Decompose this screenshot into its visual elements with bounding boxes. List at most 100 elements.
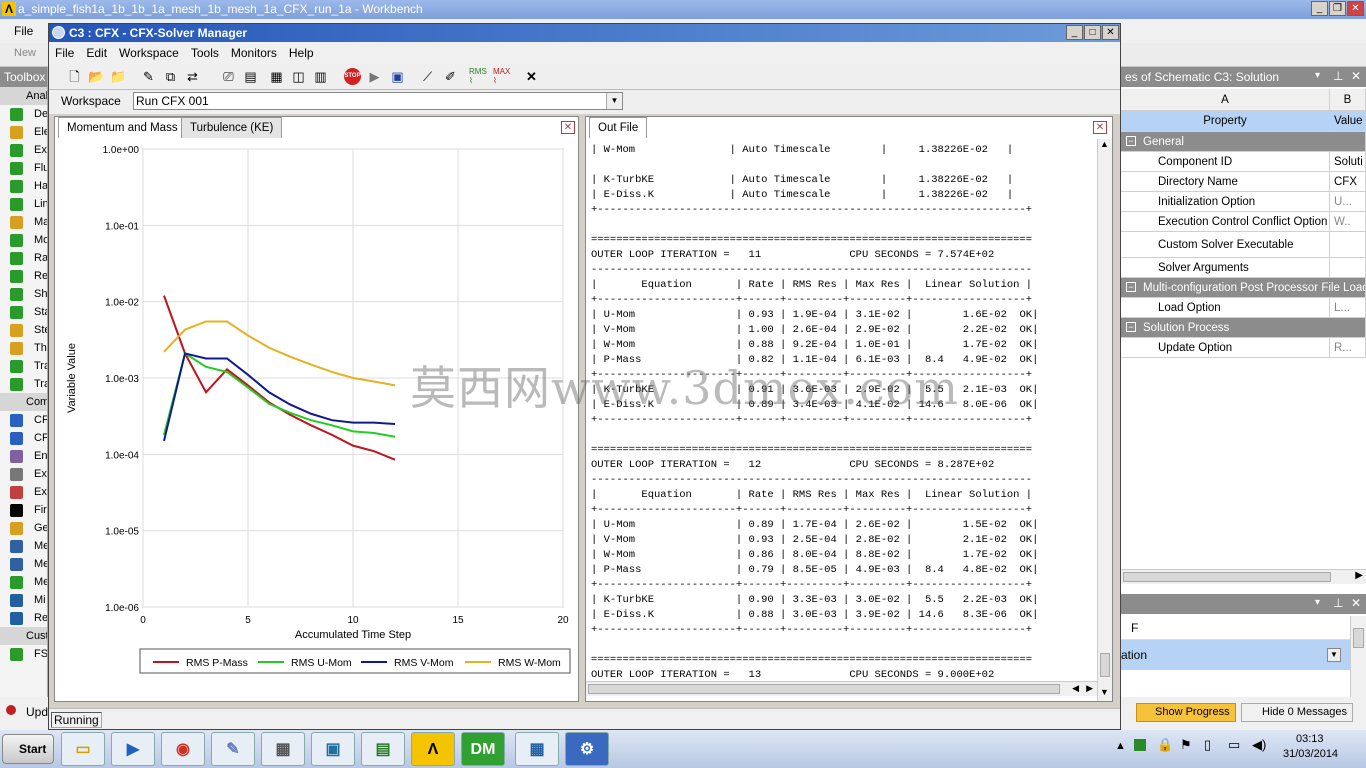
workspace-icon[interactable]: ▤ — [241, 67, 260, 86]
property-value[interactable]: Soluti — [1330, 152, 1366, 172]
messages-close-icon[interactable]: ✕ — [1351, 596, 1361, 610]
toolbox-group[interactable]: Custom — [0, 627, 47, 645]
save-icon[interactable]: ▣ — [388, 67, 407, 86]
collapse-icon[interactable]: − — [1126, 136, 1136, 146]
arrange-icon[interactable]: ⇄ — [183, 67, 202, 86]
explorer-icon[interactable]: ▭ — [61, 732, 105, 766]
toolbox-item[interactable]: FS — [0, 645, 47, 663]
property-group[interactable]: Solution Process — [1121, 318, 1366, 338]
close-x-icon[interactable]: ✕ — [522, 67, 541, 86]
toolbox-item[interactable]: Tra — [0, 375, 47, 393]
layout-icon[interactable]: ▦ — [267, 67, 286, 86]
property-value[interactable]: L... — [1330, 298, 1366, 318]
messages-dropdown-icon[interactable]: ▾ — [1315, 597, 1320, 608]
out-file-hscrollbar[interactable]: ◀ ▶ — [586, 681, 1097, 696]
properties-hscrollbar[interactable]: ▶ — [1121, 569, 1366, 584]
network-icon[interactable]: ▣ — [311, 732, 355, 766]
device-icon[interactable]: ▯ — [1204, 737, 1211, 753]
toolbox-item[interactable]: Ele — [0, 123, 47, 141]
monitor-app-icon[interactable]: ▤ — [361, 732, 405, 766]
out-file-vscrollbar[interactable]: ▲ ▼ — [1097, 139, 1112, 701]
open-results-icon[interactable]: 📁 — [109, 67, 128, 86]
minimize-icon[interactable]: _ — [1311, 1, 1328, 16]
toolbox-item[interactable]: Me — [0, 555, 47, 573]
toolbox-item[interactable]: Mi — [0, 591, 47, 609]
tray-lock-icon[interactable]: 🔒 — [1157, 737, 1173, 753]
solver-maximize-icon[interactable]: □ — [1084, 25, 1101, 40]
calculator-icon[interactable]: ▦ — [261, 732, 305, 766]
toolbox-item[interactable]: Re — [0, 609, 47, 627]
pencil-icon[interactable]: ✐ — [441, 67, 460, 86]
media-player-icon[interactable]: ▶ — [111, 732, 155, 766]
toolbox-item[interactable]: Me — [0, 573, 47, 591]
monitor-icon[interactable]: ⎚ — [219, 67, 238, 86]
show-progress-button[interactable]: Show Progress — [1136, 703, 1236, 722]
tray-app-icon[interactable] — [1134, 739, 1146, 751]
folder-grid-icon[interactable]: ▥ — [311, 67, 330, 86]
property-value[interactable] — [1330, 232, 1366, 258]
restore-icon[interactable]: ❐ — [1329, 1, 1346, 16]
toolbox-item[interactable]: Design — [0, 105, 47, 123]
flag-icon[interactable]: ⚑ — [1180, 737, 1192, 753]
dropdown-icon[interactable]: ▾ — [1315, 70, 1320, 81]
toolbox-group[interactable]: Analysis Systems — [0, 87, 47, 105]
close-icon[interactable]: ✕ — [1347, 1, 1364, 16]
toolbox-item[interactable]: Th — [0, 339, 47, 357]
property-value[interactable]: R... — [1330, 338, 1366, 358]
messages-vscrollbar[interactable] — [1350, 616, 1366, 697]
play-icon[interactable]: ▶ — [365, 67, 384, 86]
collapse-icon[interactable]: − — [1126, 282, 1136, 292]
split-icon[interactable]: ◫ — [289, 67, 308, 86]
menu-file[interactable]: File — [14, 24, 33, 38]
toolbox-item[interactable]: En — [0, 447, 47, 465]
copy-icon[interactable]: ⧉ — [161, 67, 180, 86]
property-value[interactable] — [1330, 258, 1366, 278]
toolbox-item[interactable]: CF — [0, 429, 47, 447]
property-value[interactable]: CFX — [1330, 172, 1366, 192]
toolbox-item[interactable]: Ex — [0, 141, 47, 159]
menu-help[interactable]: Help — [289, 46, 314, 60]
chevron-down-icon[interactable]: ▼ — [606, 93, 622, 109]
solver-minimize-icon[interactable]: _ — [1066, 25, 1083, 40]
property-value[interactable]: U... — [1330, 192, 1366, 212]
property-group[interactable]: Multi-configuration Post Processor File … — [1121, 278, 1366, 298]
panel-close-icon[interactable]: ✕ — [1351, 69, 1361, 83]
hide-messages-button[interactable]: Hide 0 Messages — [1241, 703, 1353, 722]
toolbox-item[interactable]: Mo — [0, 231, 47, 249]
ansys-icon[interactable]: Λ — [411, 732, 455, 766]
tab-momentum-and-mass[interactable]: Momentum and Mass — [58, 117, 187, 138]
max-icon[interactable]: MAX ⌇ — [493, 67, 510, 85]
workbench-icon[interactable]: ▦ — [515, 732, 559, 766]
stop-icon[interactable]: STOP — [344, 68, 361, 85]
menu-tools[interactable]: Tools — [191, 46, 219, 60]
clock-date[interactable]: 31/03/2014 — [1283, 748, 1338, 760]
toolbox-item[interactable]: Ge — [0, 519, 47, 537]
cfx-solver-icon[interactable]: ⚙ — [565, 732, 609, 766]
pin-icon[interactable]: ⊥ — [1333, 69, 1343, 83]
toolbox-item[interactable]: Sh — [0, 285, 47, 303]
toolbox-item[interactable]: Re — [0, 267, 47, 285]
menu-workspace[interactable]: Workspace — [119, 46, 179, 60]
paint-icon[interactable]: ✎ — [211, 732, 255, 766]
toolbox-item[interactable]: Ha — [0, 177, 47, 195]
messages-row[interactable]: ation ▼ — [1121, 640, 1350, 670]
tray-arrow-icon[interactable]: ▲ — [1115, 740, 1126, 752]
menu-edit[interactable]: Edit — [86, 46, 107, 60]
menu-file[interactable]: File — [55, 46, 74, 60]
toolbox-item[interactable]: Flu — [0, 159, 47, 177]
toolbox-item[interactable]: Tra — [0, 357, 47, 375]
rms-icon[interactable]: RMS ⌇ — [469, 67, 487, 85]
toolbox-group[interactable]: Component Systems — [0, 393, 47, 411]
messages-row-dropdown-icon[interactable]: ▼ — [1327, 648, 1341, 662]
property-value[interactable]: W.. — [1330, 212, 1366, 232]
collapse-icon[interactable]: − — [1126, 322, 1136, 332]
open-folder-icon[interactable]: 📂 — [87, 67, 106, 86]
toolbox-item[interactable]: Ra — [0, 249, 47, 267]
edit-run-icon[interactable]: ✎ — [139, 67, 158, 86]
tab-out-file[interactable]: Out File — [589, 117, 648, 138]
toolbox-item[interactable]: Ste — [0, 321, 47, 339]
toolbox-item[interactable]: Sta — [0, 303, 47, 321]
toolbox-item[interactable]: Ex — [0, 483, 47, 501]
monitor-close-icon[interactable]: ✕ — [561, 121, 575, 134]
property-group[interactable]: General — [1121, 132, 1366, 152]
